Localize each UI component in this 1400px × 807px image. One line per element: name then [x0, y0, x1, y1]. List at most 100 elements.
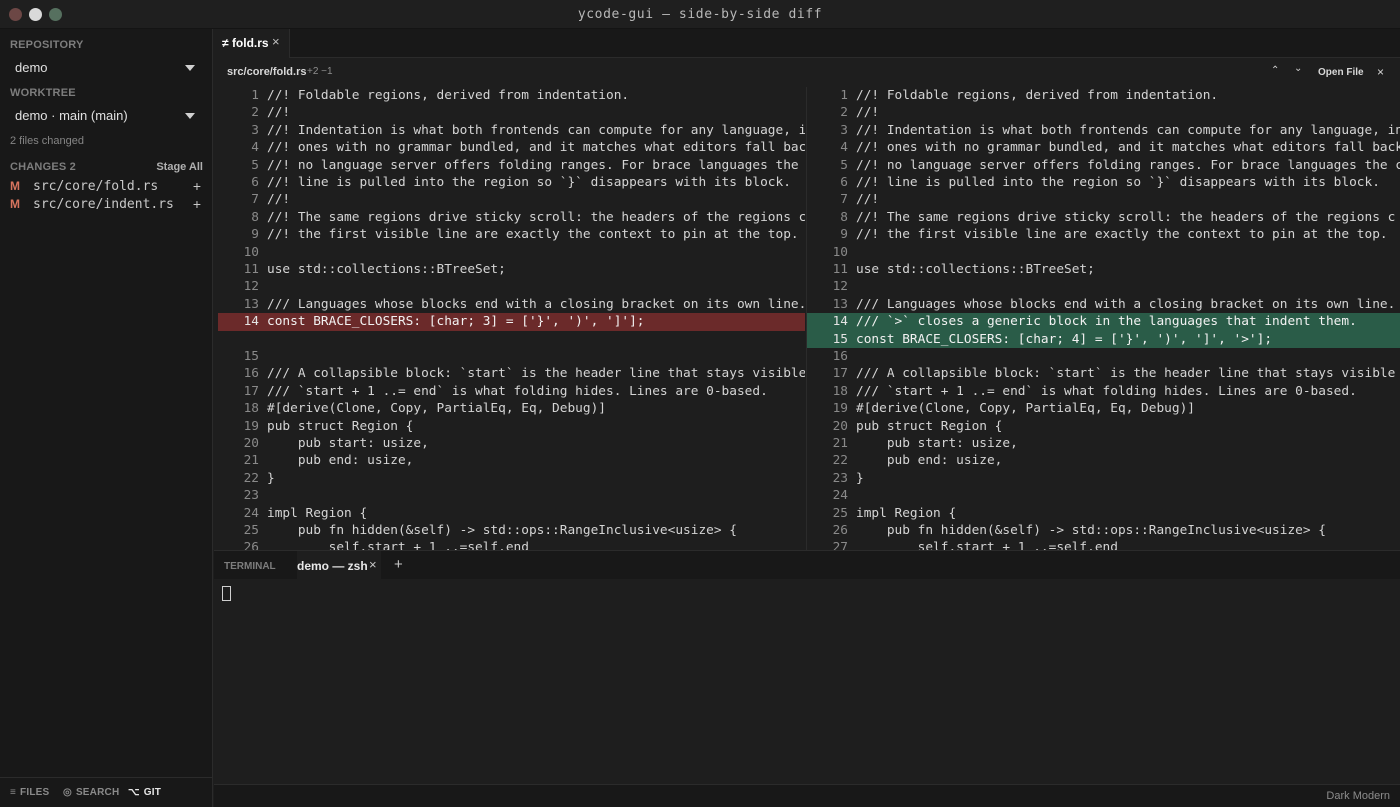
code-line[interactable]: 18 /// `start + 1 ..= end` is what foldin…	[807, 383, 1400, 400]
line-text: /// A collapsible block: `start` is the …	[267, 366, 805, 382]
code-line[interactable]: 26 self.start + 1 ..=self.end	[218, 539, 805, 550]
code-line[interactable]: 5 //! no language server offers folding r…	[218, 157, 805, 174]
code-line[interactable]: 16 /// A collapsible block: `start` is th…	[218, 365, 805, 382]
line-number: 24	[243, 505, 259, 521]
code-line[interactable]: 4 //! ones with no grammar bundled, and i…	[218, 139, 805, 156]
title-bar: ycode-gui — side-by-side diff	[0, 0, 1400, 29]
previous-change-button[interactable]: ⌃	[1271, 65, 1279, 76]
line-text: const BRACE_CLOSERS: [char; 3] = ['}', '…	[267, 314, 645, 330]
line-number: 17	[243, 383, 259, 399]
repository-select[interactable]: demo	[15, 60, 196, 80]
line-number: 12	[832, 279, 848, 295]
code-line[interactable]: 25 pub fn hidden(&self) -> std::ops::Ran…	[218, 522, 805, 539]
line-text: //!	[856, 192, 880, 208]
line-text: pub struct Region {	[267, 418, 414, 434]
code-line[interactable]: 13 /// Languages whose blocks end with a …	[218, 296, 805, 313]
tab-fold-rs[interactable]: ≠ fold.rs ×	[214, 29, 290, 58]
search-tab[interactable]: ◎ SEARCH	[63, 787, 119, 798]
line-number: 20	[832, 418, 848, 434]
added-line[interactable]: 15 const BRACE_CLOSERS: [char; 4] = ['}',…	[807, 330, 1400, 348]
stage-file-button[interactable]: +	[193, 178, 201, 194]
code-line[interactable]: 21 pub start: usize,	[807, 435, 1400, 452]
terminal-tab-label: demo — zsh	[297, 559, 368, 573]
change-item[interactable]: M src/core/fold.rs +	[10, 178, 201, 196]
stage-all-button[interactable]: Stage All	[156, 161, 203, 173]
line-text: //!	[856, 105, 880, 121]
close-icon[interactable]: ×	[369, 557, 377, 572]
code-line[interactable]: 25 impl Region {	[807, 505, 1400, 522]
line-number: 14	[243, 314, 259, 330]
code-line[interactable]: 2 //!	[807, 104, 1400, 121]
deleted-line[interactable]: 14 const BRACE_CLOSERS: [char; 3] = ['}',…	[218, 313, 805, 331]
code-line[interactable]: 3 //! Indentation is what both frontends …	[218, 122, 805, 139]
worktree-select[interactable]: demo · main (main)	[15, 108, 196, 128]
code-line[interactable]: 22 pub end: usize,	[807, 452, 1400, 469]
code-line[interactable]: 19 pub struct Region {	[218, 418, 805, 435]
code-line[interactable]: 4 //! ones with no grammar bundled, and i…	[807, 139, 1400, 156]
code-line[interactable]: 3 //! Indentation is what both frontends …	[807, 122, 1400, 139]
code-line[interactable]: 9 //! the first visible line are exactly …	[218, 226, 805, 243]
code-line[interactable]: 19 #[derive(Clone, Copy, PartialEq, Eq, D…	[807, 400, 1400, 417]
code-line[interactable]: 24	[807, 487, 1400, 504]
line-text: //! Indentation is what both frontends c…	[267, 122, 805, 138]
diff-pane-modified[interactable]: 1 //! Foldable regions, derived from inde…	[806, 87, 1400, 550]
code-line[interactable]: 12	[218, 278, 805, 295]
code-line[interactable]: 6 //! line is pulled into the region so `…	[807, 174, 1400, 191]
code-line[interactable]: 27 self.start + 1 ..=self.end	[807, 539, 1400, 550]
code-line[interactable]: 1 //! Foldable regions, derived from inde…	[218, 87, 805, 104]
change-path: src/core/fold.rs	[33, 179, 159, 194]
line-number: 26	[243, 540, 259, 550]
git-tab[interactable]: ⌥ GIT	[128, 787, 161, 798]
code-line[interactable]: 1 //! Foldable regions, derived from inde…	[807, 87, 1400, 104]
code-line[interactable]: 10	[218, 244, 805, 261]
code-line[interactable]: 26 pub fn hidden(&self) -> std::ops::Ran…	[807, 522, 1400, 539]
added-line[interactable]: 14 /// `>` closes a generic block in the …	[807, 313, 1400, 331]
next-change-button[interactable]: ⌄	[1294, 63, 1302, 74]
line-text: pub fn hidden(&self) -> std::ops::RangeI…	[856, 523, 1326, 538]
code-line[interactable]: 17 /// A collapsible block: `start` is th…	[807, 365, 1400, 382]
files-tab[interactable]: ≡ FILES	[10, 787, 49, 798]
open-file-button[interactable]: Open File	[1318, 67, 1364, 78]
code-line[interactable]: 11 use std::collections::BTreeSet;	[218, 261, 805, 278]
code-line[interactable]: 11 use std::collections::BTreeSet;	[807, 261, 1400, 278]
code-line[interactable]: 7 //!	[807, 191, 1400, 208]
code-line[interactable]: 10	[807, 244, 1400, 261]
code-line[interactable]: 24 impl Region {	[218, 505, 805, 522]
diff-stats: +2 −1	[307, 66, 333, 77]
theme-name[interactable]: Dark Modern	[1326, 790, 1390, 802]
filler-line[interactable]	[218, 330, 805, 348]
status-bar: Dark Modern	[214, 784, 1400, 807]
code-line[interactable]: 23	[218, 487, 805, 504]
change-item[interactable]: M src/core/indent.rs +	[10, 196, 201, 214]
terminal-output[interactable]	[214, 579, 1400, 784]
code-line[interactable]: 12	[807, 278, 1400, 295]
code-line[interactable]: 16	[807, 348, 1400, 365]
close-icon[interactable]: ×	[272, 34, 280, 49]
code-line[interactable]: 18 #[derive(Clone, Copy, PartialEq, Eq, D…	[218, 400, 805, 417]
code-line[interactable]: 2 //!	[218, 104, 805, 121]
code-line[interactable]: 22}	[218, 470, 805, 487]
code-line[interactable]: 20 pub struct Region {	[807, 418, 1400, 435]
diff-pane-original[interactable]: 1 //! Foldable regions, derived from inde…	[218, 87, 805, 550]
code-line[interactable]: 5 //! no language server offers folding r…	[807, 157, 1400, 174]
terminal-tab[interactable]: demo — zsh ×	[297, 551, 381, 580]
code-line[interactable]: 8 //! The same regions drive sticky scrol…	[218, 209, 805, 226]
code-line[interactable]: 9 //! the first visible line are exactly …	[807, 226, 1400, 243]
code-line[interactable]: 15	[218, 348, 805, 365]
code-line[interactable]: 13 /// Languages whose blocks end with a …	[807, 296, 1400, 313]
code-line[interactable]: 20 pub start: usize,	[218, 435, 805, 452]
code-line[interactable]: 6 //! line is pulled into the region so `…	[218, 174, 805, 191]
tab-file-name: fold.rs	[231, 36, 269, 50]
line-number: 15	[243, 349, 259, 364]
stage-file-button[interactable]: +	[193, 196, 201, 212]
chevron-down-icon	[185, 65, 195, 71]
new-terminal-button[interactable]: +	[394, 556, 403, 573]
code-line[interactable]: 17 /// `start + 1 ..= end` is what foldin…	[218, 383, 805, 400]
code-line[interactable]: 23}	[807, 470, 1400, 487]
diff-header: src/core/fold.rs +2 −1 ⌃ ⌄ Open File ×	[214, 58, 1400, 86]
line-number: 18	[832, 383, 848, 399]
code-line[interactable]: 21 pub end: usize,	[218, 452, 805, 469]
code-line[interactable]: 7 //!	[218, 191, 805, 208]
close-diff-button[interactable]: ×	[1377, 65, 1384, 79]
code-line[interactable]: 8 //! The same regions drive sticky scrol…	[807, 209, 1400, 226]
